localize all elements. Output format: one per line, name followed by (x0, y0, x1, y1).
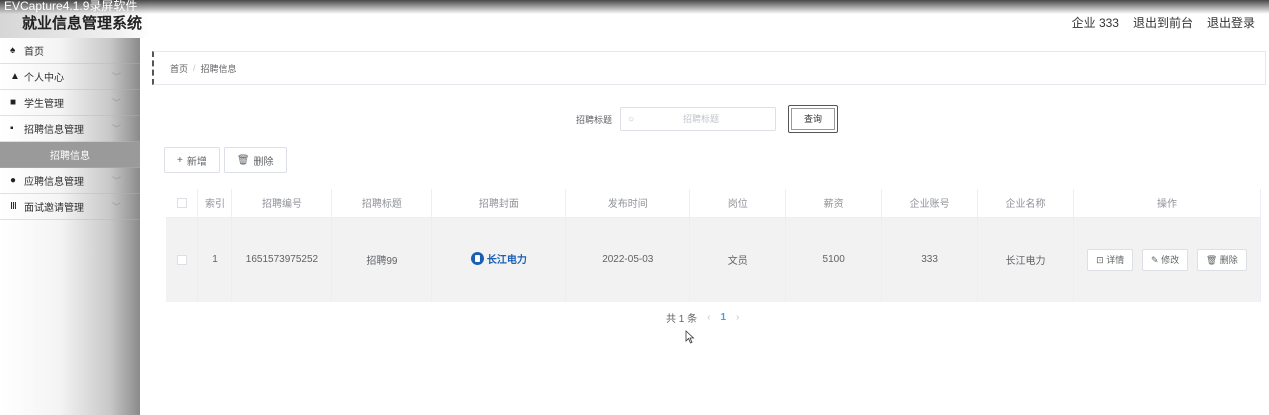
column-header: 岗位 (689, 189, 787, 218)
cell-company: 长江电力 (977, 217, 1074, 302)
cell-code: 1651573975252 (231, 217, 333, 302)
cover-logo-text: 长江电力 (486, 255, 527, 267)
trash-icon: 🗑 (1205, 254, 1220, 265)
cell-index: 1 (197, 217, 233, 302)
pin-icon: ● (10, 175, 17, 186)
sidebar-item-interview-management[interactable]: Ⅲ 面试邀请管理 ﹀ (0, 194, 140, 220)
sidebar-item-label: 个人中心 (24, 73, 64, 84)
detail-button[interactable]: ⊡ 详情 (1087, 248, 1134, 271)
user-icon: ▲ (10, 71, 20, 82)
column-header: 索引 (197, 189, 233, 218)
breadcrumb-separator: / (193, 63, 196, 73)
bars-icon: Ⅲ (10, 201, 17, 212)
column-header: 招聘封面 (431, 189, 567, 218)
prev-page-icon[interactable]: ‹ (707, 312, 710, 323)
search-input[interactable] (641, 114, 761, 124)
column-header: 操作 (1073, 189, 1261, 218)
exit-to-front-link[interactable]: 退出到前台 (1133, 14, 1193, 31)
sidebar-item-student-management[interactable]: ■ 学生管理 ﹀ (0, 90, 140, 116)
pagination: 共 1 条 ‹ 1 › (666, 310, 739, 325)
company-logo-icon (470, 252, 484, 266)
sidebar-subitem-recruitment-info[interactable]: 招聘信息 (0, 142, 140, 168)
cell-account: 333 (881, 217, 979, 302)
row-select-cell (166, 217, 199, 302)
detail-button-label: 详情 (1106, 254, 1125, 265)
breadcrumb-home[interactable]: 首页 (170, 62, 188, 75)
sidebar-item-application-management[interactable]: ● 应聘信息管理 ﹀ (0, 168, 140, 194)
detail-icon: ⊡ (1096, 254, 1107, 265)
chevron-down-icon: ﹀ (112, 98, 122, 108)
sidebar-item-label: 面试邀请管理 (24, 203, 84, 214)
current-user-link[interactable]: 企业 333 (1072, 14, 1119, 31)
column-header: 企业名称 (977, 189, 1074, 218)
main-content: 首页 / 招聘信息 招聘标题 ○ 查询 + 新增 🗑 删除 索引 招聘编号 (150, 38, 1269, 415)
page-number[interactable]: 1 (720, 312, 726, 323)
sidebar-item-label: 招聘信息管理 (24, 125, 84, 136)
cover-image[interactable]: 长江电力 (470, 251, 527, 267)
logout-link[interactable]: 退出登录 (1207, 14, 1255, 31)
chevron-down-icon: ﹀ (112, 72, 122, 82)
id-card-icon: ■ (10, 97, 17, 108)
recruitment-table: 索引 招聘编号 招聘标题 招聘封面 发布时间 岗位 薪资 企业账号 企业名称 操… (166, 189, 1261, 302)
table-row: 1 1651573975252 招聘99 长江电力 2022-05-03 文员 … (166, 217, 1261, 302)
sidebar-item-recruitment-management[interactable]: ▪ 招聘信息管理 ﹀ (0, 116, 140, 142)
sidebar-item-label: 招聘信息 (50, 151, 90, 162)
cell-actions: ⊡ 详情 ✎ 修改 🗑 删除 (1073, 217, 1261, 302)
pagination-total: 共 1 条 (666, 314, 698, 325)
delete-button[interactable]: 🗑 删除 (223, 147, 287, 173)
chevron-down-icon: ﹀ (112, 202, 122, 212)
query-button-label: 查询 (791, 108, 835, 130)
cell-title: 招聘99 (331, 217, 433, 302)
column-header: 招聘编号 (231, 189, 333, 218)
column-header: 招聘标题 (331, 189, 433, 218)
grid-icon: ▪ (10, 123, 14, 134)
action-buttons: + 新增 🗑 删除 (164, 147, 287, 173)
breadcrumb-current: 招聘信息 (200, 63, 237, 74)
column-header: 发布时间 (565, 189, 691, 218)
sidebar-item-label: 学生管理 (24, 99, 64, 110)
chevron-down-icon: ﹀ (112, 176, 122, 186)
home-icon: ♠ (10, 45, 16, 56)
breadcrumb: 首页 / 招聘信息 (152, 51, 1266, 85)
search-bar: 招聘标题 ○ 查询 (150, 105, 1269, 133)
chevron-down-icon: ﹀ (112, 124, 122, 134)
header-links: 企业 333 退出到前台 退出登录 (1072, 14, 1255, 31)
cell-position: 文员 (689, 217, 787, 302)
row-delete-button[interactable]: 🗑 删除 (1196, 248, 1247, 271)
sidebar-item-personal-center[interactable]: ▲ 个人中心 ﹀ (0, 64, 140, 90)
sidebar-item-label: 首页 (24, 47, 44, 58)
search-label: 招聘标题 (576, 115, 613, 125)
cell-date: 2022-05-03 (565, 217, 691, 302)
delete-button-label: 删除 (253, 156, 274, 168)
add-button-label: 新增 (186, 156, 207, 168)
edit-button[interactable]: ✎ 修改 (1142, 248, 1189, 271)
edit-icon: ✎ (1151, 254, 1162, 265)
sidebar: ♠ 首页 ▲ 个人中心 ﹀ ■ 学生管理 ﹀ ▪ 招聘信息管理 ﹀ 招聘信息 ●… (0, 38, 140, 415)
next-page-icon[interactable]: › (736, 312, 739, 323)
capture-overlay (0, 0, 1269, 14)
search-icon: ○ (627, 113, 635, 125)
cell-salary: 5100 (785, 217, 883, 302)
select-all-header[interactable] (166, 189, 199, 218)
cell-cover: 长江电力 (431, 217, 567, 302)
add-button[interactable]: + 新增 (164, 147, 220, 173)
column-header: 企业账号 (881, 189, 979, 218)
query-button[interactable]: 查询 (788, 105, 838, 133)
row-checkbox[interactable] (176, 254, 187, 265)
plus-icon: + (177, 154, 183, 166)
table-header-row: 索引 招聘编号 招聘标题 招聘封面 发布时间 岗位 薪资 企业账号 企业名称 操… (166, 189, 1261, 218)
mouse-cursor-icon (685, 330, 695, 344)
top-header: EVCapture4.1.9录屏软件 就业信息管理系统 企业 333 退出到前台… (0, 0, 1269, 38)
column-header: 薪资 (785, 189, 883, 218)
search-input-wrapper: ○ (620, 107, 776, 131)
sidebar-item-home[interactable]: ♠ 首页 (0, 38, 140, 64)
select-all-checkbox[interactable] (176, 197, 187, 208)
edit-button-label: 修改 (1161, 254, 1180, 265)
sidebar-item-label: 应聘信息管理 (24, 177, 84, 188)
row-delete-button-label: 删除 (1219, 254, 1238, 265)
app-title: 就业信息管理系统 (22, 15, 143, 32)
trash-icon: 🗑 (236, 154, 250, 166)
